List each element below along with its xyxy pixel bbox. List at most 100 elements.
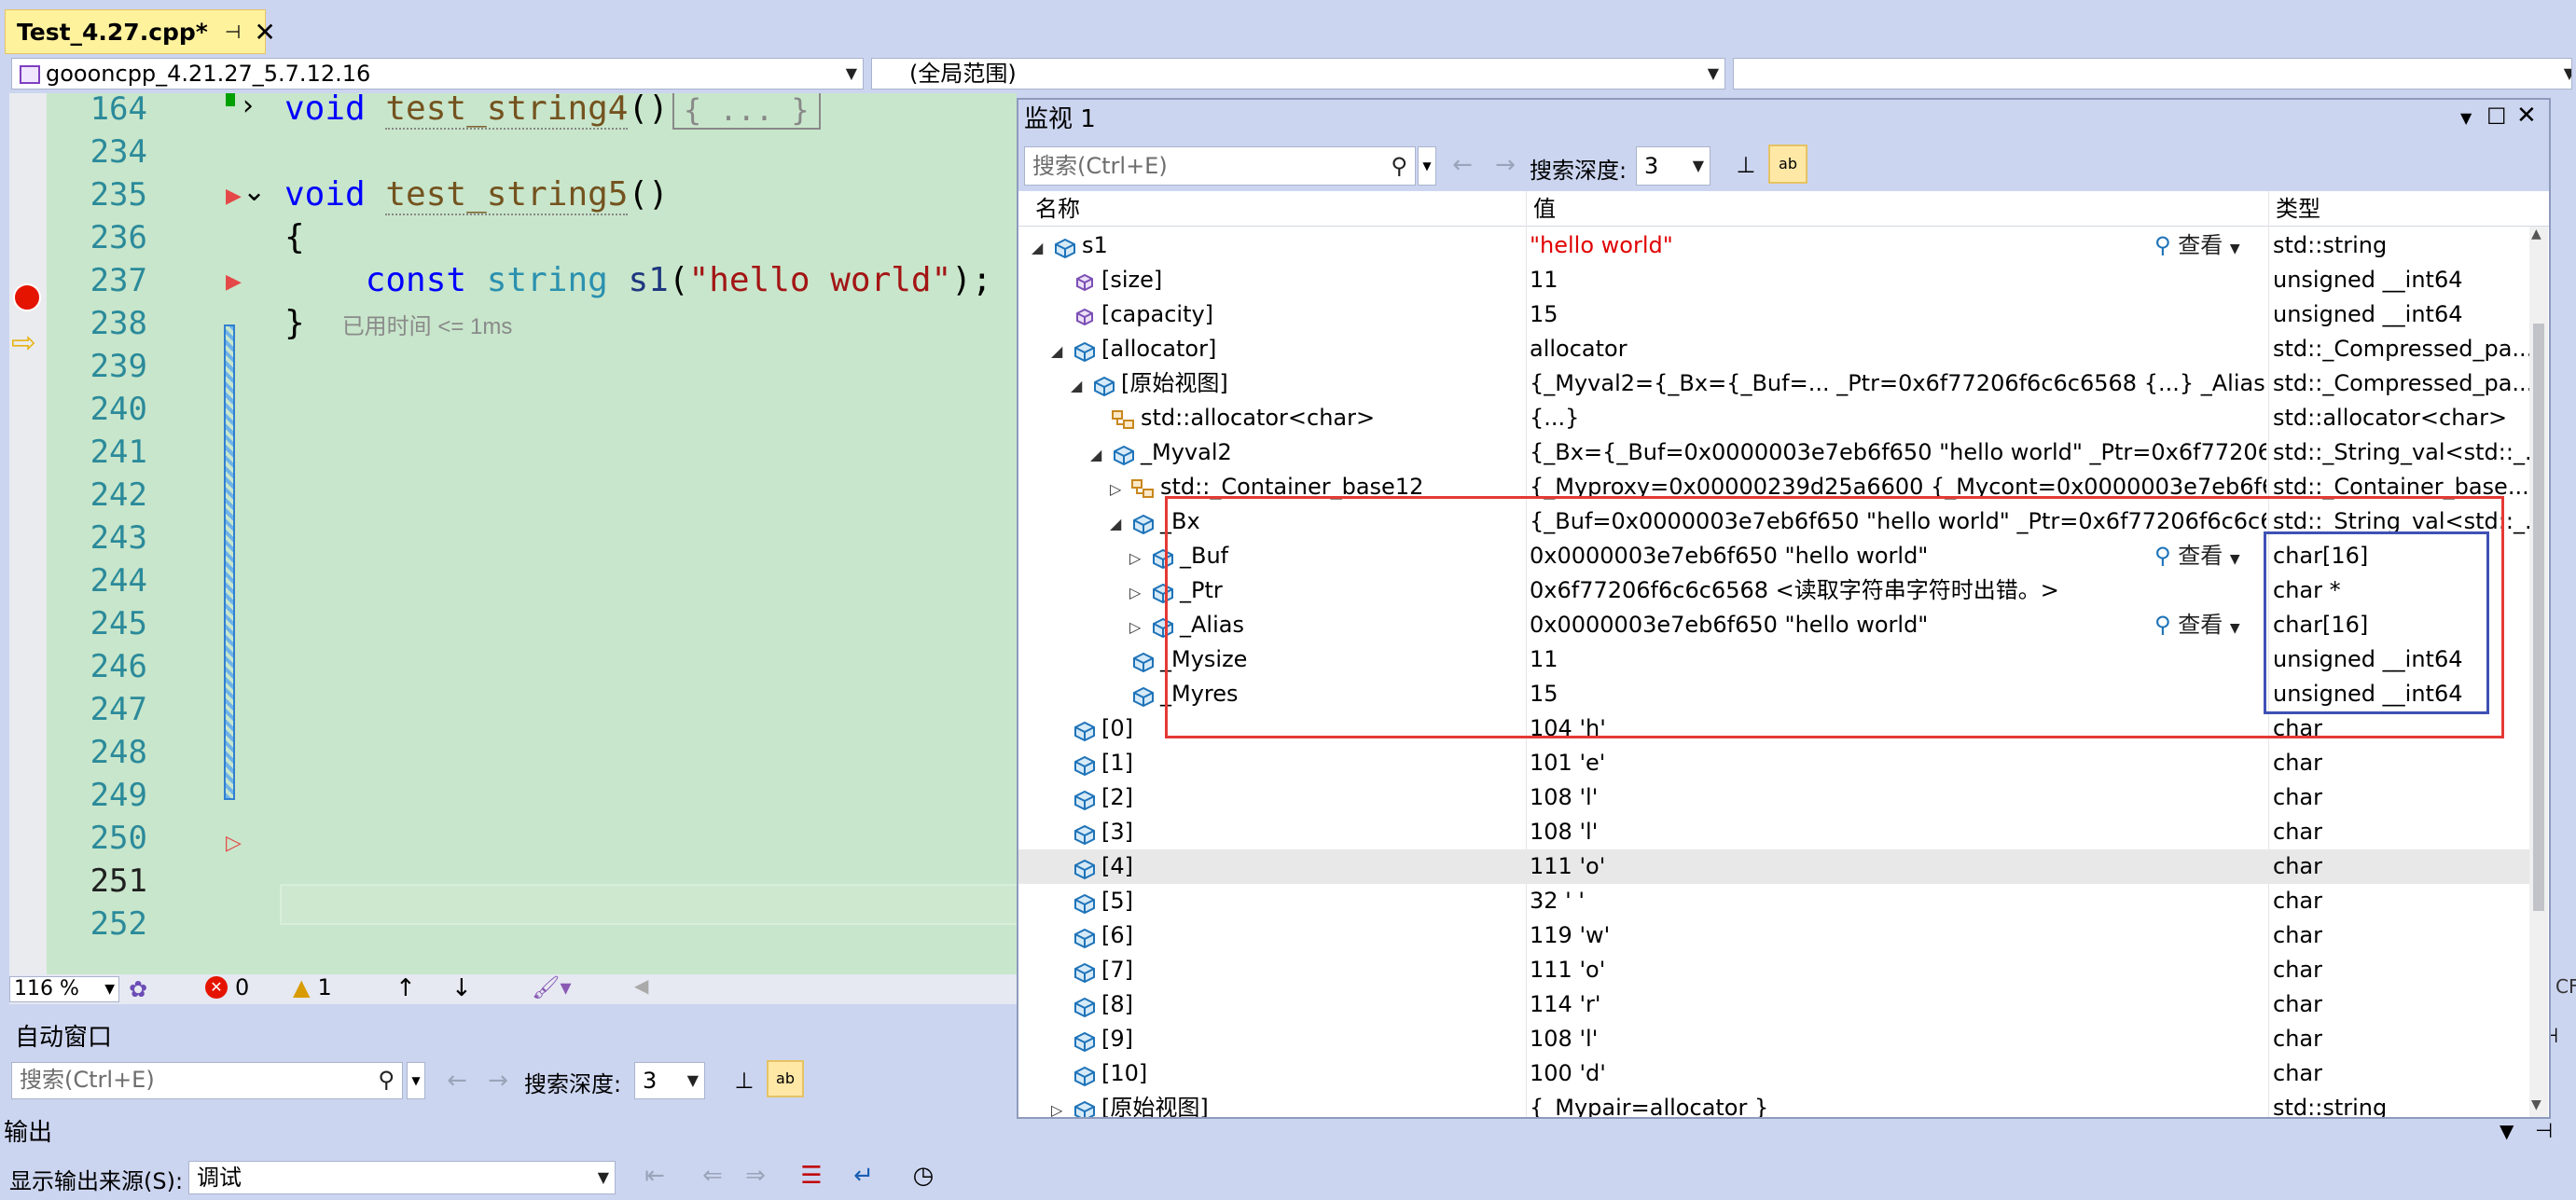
watch-value-cell[interactable]: 108 'l': [1530, 815, 2266, 849]
watch-value-cell[interactable]: {_Bx={_Buf=0x0000003e7eb6f650 "hello wor…: [1530, 435, 2266, 470]
watch-row[interactable]: [2] 108 'l' char: [1018, 780, 2529, 815]
watch-value-cell[interactable]: {_Myval2={_Bx={_Buf=... _Ptr=0x6f77206f6…: [1530, 366, 2266, 401]
word-wrap-icon[interactable]: ↵: [845, 1157, 882, 1194]
project-dropdown[interactable]: goooncpp_4.21.27_5.7.12.16 ▼: [11, 58, 864, 90]
autos-depth-dropdown[interactable]: 3 ▼: [634, 1062, 705, 1099]
watch-row[interactable]: ◢ [allocator] allocator std::_Compressed_pa…: [1018, 332, 2529, 366]
warning-indicator[interactable]: ▲ 1: [293, 974, 332, 1000]
watch-row[interactable]: [6] 119 'w' char: [1018, 918, 2529, 953]
watch-row[interactable]: [size] 11 unsigned __int64: [1018, 263, 2529, 297]
code-line[interactable]: {: [284, 216, 305, 259]
hex-display-icon[interactable]: ab: [767, 1060, 804, 1097]
watch-row[interactable]: [capacity] 15 unsigned __int64: [1018, 297, 2529, 332]
expand-toggle-icon[interactable]: ◢: [1032, 230, 1046, 263]
scope-dropdown[interactable]: (全局范围) ▼: [871, 58, 1725, 90]
search-icon[interactable]: ⚲: [378, 1063, 395, 1097]
collapsed-region[interactable]: { ... }: [672, 93, 821, 130]
watch-value-cell[interactable]: 100 'd': [1530, 1056, 2266, 1091]
tab-test-cpp[interactable]: Test_4.27.cpp* ⊣ ✕: [5, 9, 276, 54]
chevron-down-icon[interactable]: ▼: [2460, 109, 2472, 127]
zoom-dropdown[interactable]: 116 % ▼: [9, 976, 119, 1002]
expand-toggle-icon[interactable]: ◢: [1110, 506, 1125, 539]
watch-row[interactable]: ◢ _Myval2 {_Bx={_Buf=0x0000003e7eb6f650 "h…: [1018, 435, 2529, 470]
expand-toggle-icon[interactable]: ▷: [1051, 1093, 1066, 1117]
output-source-dropdown[interactable]: 调试 ▼: [188, 1161, 616, 1194]
watch-row[interactable]: ◢ [原始视图] {_Myval2={_Bx={_Buf=... _Ptr=0x6f…: [1018, 366, 2529, 401]
scroll-up-icon[interactable]: ▲: [2531, 227, 2541, 241]
watch-row[interactable]: [8] 114 'r' char: [1018, 987, 2529, 1022]
scroll-down-icon[interactable]: ▼: [2531, 1097, 2541, 1112]
watch-depth-dropdown[interactable]: 3 ▼: [1636, 146, 1710, 186]
goto-location-icon[interactable]: ⇤: [636, 1157, 673, 1194]
expand-toggle-icon[interactable]: ◢: [1051, 334, 1066, 366]
column-value-header[interactable]: 值: [1533, 191, 1556, 227]
watch-row[interactable]: ▷ [原始视图] {_Mypair=allocator } std::string: [1018, 1091, 2529, 1117]
pin-watch-icon[interactable]: ⊥: [1729, 146, 1763, 184]
watch-row[interactable]: [5] 32 ' ' char: [1018, 884, 2529, 918]
visualizer-button[interactable]: ⚲ 查看 ▼: [2154, 228, 2266, 263]
back-icon[interactable]: ←: [438, 1062, 476, 1099]
intellicode-icon[interactable]: ✿: [129, 976, 147, 1002]
expand-toggle-icon[interactable]: ◢: [1090, 437, 1105, 470]
hex-display-icon[interactable]: ab: [1768, 145, 1807, 184]
previous-message-icon[interactable]: ⇐: [694, 1157, 731, 1194]
watch-value-cell[interactable]: 119 'w': [1530, 918, 2266, 953]
scroll-left-icon[interactable]: ◀: [634, 974, 648, 997]
watch-row[interactable]: [10] 100 'd' char: [1018, 1056, 2529, 1091]
pin-icon[interactable]: ⊣: [2535, 1120, 2553, 1143]
watch-value-cell[interactable]: 15: [1530, 297, 2266, 332]
watch-value-cell[interactable]: "hello world" ⚲ 查看 ▼: [1530, 228, 2266, 263]
next-message-icon[interactable]: ⇒: [737, 1157, 774, 1194]
fold-toggle-icon[interactable]: ›: [242, 93, 254, 122]
watch-row[interactable]: [9] 108 'l' char: [1018, 1022, 2529, 1056]
arrow-up-icon[interactable]: ↑: [395, 974, 416, 1002]
back-icon[interactable]: ←: [1444, 146, 1481, 184]
watch-row[interactable]: [4] 111 'o' char: [1018, 849, 2529, 884]
code-line[interactable]: } 已用时间 <= 1ms: [284, 302, 512, 345]
chevron-down-icon[interactable]: ▼: [1418, 146, 1436, 186]
code-line[interactable]: const string s1("hello world");: [284, 259, 992, 302]
watch-row[interactable]: ◢ s1 "hello world" ⚲ 查看 ▼ std::string: [1018, 228, 2529, 263]
watch-row[interactable]: std::allocator<char> {...} std::allocator<…: [1018, 401, 2529, 435]
watch-row[interactable]: [7] 111 'o' char: [1018, 953, 2529, 987]
watch-value-cell[interactable]: 111 'o': [1530, 849, 2266, 884]
error-indicator[interactable]: ✕ 0: [205, 974, 249, 1000]
expand-toggle-icon[interactable]: ▷: [1129, 541, 1144, 573]
column-name-header[interactable]: 名称: [1035, 191, 1080, 227]
clock-icon[interactable]: ◷: [905, 1157, 942, 1194]
chevron-down-icon[interactable]: ▼: [2500, 1120, 2514, 1142]
expand-toggle-icon[interactable]: ▷: [1129, 575, 1144, 608]
scrollbar-thumb[interactable]: [2533, 324, 2544, 911]
close-icon[interactable]: ✕: [2516, 102, 2537, 130]
forward-icon[interactable]: →: [1487, 146, 1524, 184]
watch-value-cell[interactable]: {_Mypair=allocator }: [1530, 1091, 2266, 1117]
watch-value-cell[interactable]: 111 'o': [1530, 953, 2266, 987]
clear-all-icon[interactable]: ☰: [793, 1157, 830, 1194]
watch-value-cell[interactable]: 11: [1530, 263, 2266, 297]
watch-value-cell[interactable]: 108 'l': [1530, 780, 2266, 815]
arrow-down-icon[interactable]: ↓: [451, 974, 472, 1002]
forward-icon[interactable]: →: [479, 1062, 517, 1099]
code-line[interactable]: void test_string5(): [284, 173, 669, 216]
column-type-header[interactable]: 类型: [2276, 191, 2320, 227]
fold-toggle-icon[interactable]: ⌄: [242, 175, 266, 208]
watch-value-cell[interactable]: {...}: [1530, 401, 2266, 435]
cleanup-brush-icon[interactable]: 🖌▾: [532, 974, 572, 1000]
maximize-icon[interactable]: ☐: [2486, 103, 2507, 130]
pin-watch-icon[interactable]: ⊥: [727, 1062, 761, 1099]
watch-value-cell[interactable]: 32 ' ': [1530, 884, 2266, 918]
watch-value-cell[interactable]: 114 'r': [1530, 987, 2266, 1022]
watch-row[interactable]: [3] 108 'l' char: [1018, 815, 2529, 849]
expand-toggle-icon[interactable]: ◢: [1071, 368, 1086, 401]
autos-search-input[interactable]: 搜索(Ctrl+E) ⚲: [11, 1062, 403, 1099]
watch-value-cell[interactable]: allocator: [1530, 332, 2266, 366]
watch-row[interactable]: [1] 101 'e' char: [1018, 746, 2529, 780]
code-editor[interactable]: ⇨ ▶ ▶ ▷ 164 › void test_string4(){ ... } 23…: [9, 93, 1017, 974]
close-icon[interactable]: ✕: [254, 17, 275, 48]
chevron-down-icon[interactable]: ▼: [407, 1062, 425, 1099]
watch-value-cell[interactable]: 108 'l': [1530, 1022, 2266, 1056]
watch-value-cell[interactable]: 101 'e': [1530, 746, 2266, 780]
expand-toggle-icon[interactable]: ▷: [1129, 610, 1144, 642]
code-line[interactable]: void test_string4(){ ... }: [284, 93, 821, 131]
expand-toggle-icon[interactable]: ▷: [1110, 472, 1125, 504]
